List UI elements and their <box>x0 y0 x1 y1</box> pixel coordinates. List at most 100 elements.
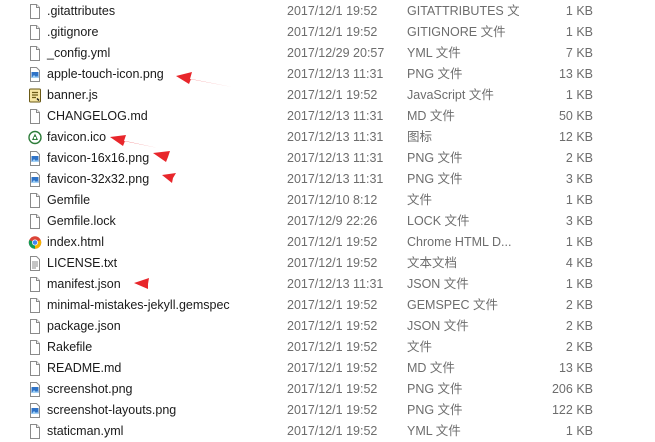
file-type: PNG 文件 <box>407 151 463 165</box>
file-row[interactable]: favicon-32x32.png 2017/12/13 11:31 PNG 文件 3… <box>0 169 655 190</box>
file-modified-date: 2017/12/1 19:52 <box>287 424 378 438</box>
file-row[interactable]: manifest.json 2017/12/13 11:31 JSON 文件 1 KB <box>0 274 655 295</box>
file-modified-date: 2017/12/13 11:31 <box>287 130 384 144</box>
file-size: 3 KB <box>565 172 593 186</box>
file-row[interactable]: screenshot.png 2017/12/1 19:52 PNG 文件 206 K… <box>0 379 655 400</box>
file-size: 13 KB <box>558 361 593 375</box>
file-type: MD 文件 <box>407 109 455 123</box>
file-row[interactable]: .gitattributes 2017/12/1 19:52 GITATTRIBUT… <box>0 1 655 22</box>
file-type: GEMSPEC 文件 <box>407 298 498 312</box>
file-modified-date: 2017/12/1 19:52 <box>287 319 378 333</box>
file-name: minimal-mistakes-jekyll.gemspec <box>47 298 230 312</box>
blank-file-icon <box>28 4 42 19</box>
image-file-icon <box>28 172 42 187</box>
file-row[interactable]: index.html 2017/12/1 19:52 Chrome HTML D..… <box>0 232 655 253</box>
file-size: 2 KB <box>565 151 593 165</box>
blank-file-icon <box>28 340 42 355</box>
file-name: Rakefile <box>47 340 93 354</box>
image-file-icon <box>28 67 42 82</box>
file-name: staticman.yml <box>47 424 124 438</box>
file-type: GITATTRIBUTES 文件 <box>407 4 519 18</box>
file-row[interactable]: favicon-16x16.png 2017/12/13 11:31 PNG 文件 2… <box>0 148 655 169</box>
blank-file-icon <box>28 319 42 334</box>
file-modified-date: 2017/12/1 19:52 <box>287 298 378 312</box>
file-modified-date: 2017/12/13 11:31 <box>287 67 384 81</box>
image-file-icon <box>28 382 42 397</box>
file-modified-date: 2017/12/9 22:26 <box>287 214 378 228</box>
blank-file-icon <box>28 46 42 61</box>
file-row[interactable]: Gemfile.lock 2017/12/9 22:26 LOCK 文件 3 KB <box>0 211 655 232</box>
file-name: index.html <box>47 235 104 249</box>
file-row[interactable]: favicon.ico 2017/12/13 11:31 图标 12 KB <box>0 127 655 148</box>
file-type: 图标 <box>407 130 433 144</box>
blank-file-icon <box>28 25 42 40</box>
file-row[interactable]: Rakefile 2017/12/1 19:52 文件 2 KB <box>0 337 655 358</box>
file-type: YML 文件 <box>407 424 461 438</box>
file-row[interactable]: apple-touch-icon.png 2017/12/13 11:31 PNG … <box>0 64 655 85</box>
file-type: Chrome HTML D... <box>407 235 512 249</box>
file-row[interactable]: README.md 2017/12/1 19:52 MD 文件 13 KB <box>0 358 655 379</box>
file-name: favicon.ico <box>47 130 107 144</box>
blank-file-icon <box>28 277 42 292</box>
file-row[interactable]: CHANGELOG.md 2017/12/13 11:31 MD 文件 50 KB <box>0 106 655 127</box>
file-size: 1 KB <box>565 193 593 207</box>
file-size: 1 KB <box>565 235 593 249</box>
file-type: 文件 <box>407 193 433 207</box>
file-type: PNG 文件 <box>407 382 463 396</box>
file-type: PNG 文件 <box>407 67 463 81</box>
file-modified-date: 2017/12/13 11:31 <box>287 172 384 186</box>
blank-file-icon <box>28 109 42 124</box>
file-modified-date: 2017/12/1 19:52 <box>287 25 378 39</box>
file-type: 文件 <box>407 340 433 354</box>
file-row[interactable]: staticman.yml 2017/12/1 19:52 YML 文件 1 KB <box>0 421 655 442</box>
file-row[interactable]: _config.yml 2017/12/29 20:57 YML 文件 7 KB <box>0 43 655 64</box>
file-type: GITIGNORE 文件 <box>407 25 506 39</box>
file-name: banner.js <box>47 88 98 102</box>
blank-file-icon <box>28 214 42 229</box>
image-file-icon <box>28 151 42 166</box>
file-name: LICENSE.txt <box>47 256 118 270</box>
file-size: 1 KB <box>565 88 593 102</box>
file-row[interactable]: screenshot-layouts.png 2017/12/1 19:52 PNG… <box>0 400 655 421</box>
file-name: screenshot-layouts.png <box>47 403 177 417</box>
file-modified-date: 2017/12/1 19:52 <box>287 256 378 270</box>
file-size: 1 KB <box>565 25 593 39</box>
file-size: 1 KB <box>565 424 593 438</box>
file-type: PNG 文件 <box>407 172 463 186</box>
file-modified-date: 2017/12/29 20:57 <box>287 46 385 60</box>
file-name: CHANGELOG.md <box>47 109 148 123</box>
file-modified-date: 2017/12/1 19:52 <box>287 403 378 417</box>
file-name: apple-touch-icon.png <box>47 67 164 81</box>
file-row[interactable]: .gitignore 2017/12/1 19:52 GITIGNORE 文件 1 K… <box>0 22 655 43</box>
file-modified-date: 2017/12/1 19:52 <box>287 382 378 396</box>
file-size: 122 KB <box>551 403 593 417</box>
file-size: 1 KB <box>565 4 593 18</box>
text-file-icon <box>28 256 42 271</box>
file-modified-date: 2017/12/13 11:31 <box>287 277 384 291</box>
script-file-icon <box>28 88 42 103</box>
file-type: JSON 文件 <box>407 319 469 333</box>
file-size: 2 KB <box>565 340 593 354</box>
file-size: 1 KB <box>565 277 593 291</box>
file-type: PNG 文件 <box>407 403 463 417</box>
file-type: YML 文件 <box>407 46 461 60</box>
file-name: screenshot.png <box>47 382 133 396</box>
file-name: Gemfile <box>47 193 91 207</box>
file-modified-date: 2017/12/1 19:52 <box>287 340 378 354</box>
blank-file-icon <box>28 298 42 313</box>
file-type: 文本文档 <box>407 256 458 270</box>
blank-file-icon <box>28 193 42 208</box>
file-modified-date: 2017/12/10 8:12 <box>287 193 378 207</box>
file-name: package.json <box>47 319 121 333</box>
file-type: JavaScript 文件 <box>407 88 494 102</box>
file-row[interactable]: Gemfile 2017/12/10 8:12 文件 1 KB <box>0 190 655 211</box>
file-modified-date: 2017/12/1 19:52 <box>287 88 378 102</box>
file-row[interactable]: package.json 2017/12/1 19:52 JSON 文件 2 KB <box>0 316 655 337</box>
file-row[interactable]: LICENSE.txt 2017/12/1 19:52 文本文档 4 KB <box>0 253 655 274</box>
file-size: 2 KB <box>565 319 593 333</box>
file-row[interactable]: minimal-mistakes-jekyll.gemspec 2017/12/1… <box>0 295 655 316</box>
file-name: .gitignore <box>47 25 99 39</box>
file-row[interactable]: banner.js 2017/12/1 19:52 JavaScript 文件 1 K… <box>0 85 655 106</box>
file-type: MD 文件 <box>407 361 455 375</box>
favicon-icon <box>28 130 42 145</box>
